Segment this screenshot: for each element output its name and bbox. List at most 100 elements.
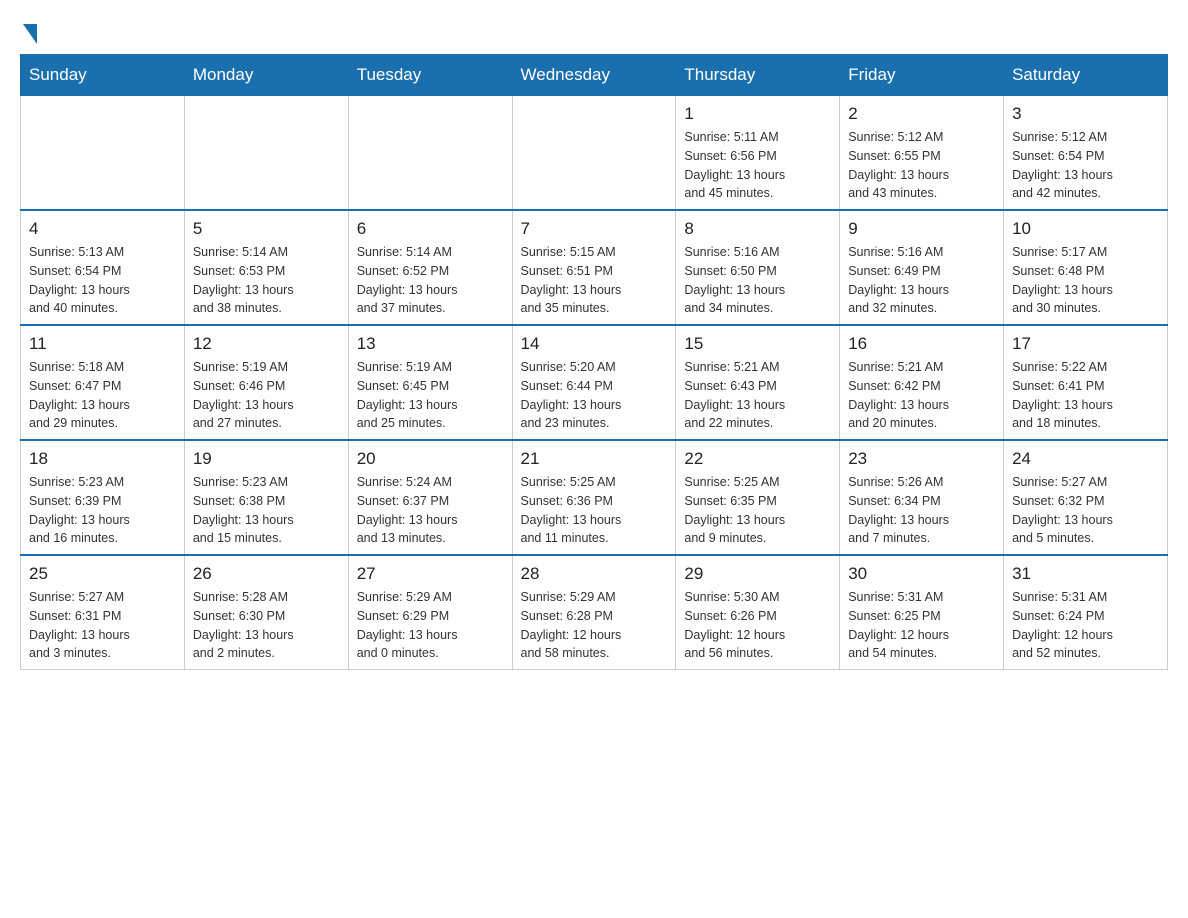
- day-number: 28: [521, 564, 668, 584]
- calendar-week-row: 11Sunrise: 5:18 AMSunset: 6:47 PMDayligh…: [21, 325, 1168, 440]
- day-number: 1: [684, 104, 831, 124]
- column-header-sunday: Sunday: [21, 55, 185, 96]
- calendar-day-cell: 25 Sunrise: 5:27 AMSunset: 6:31 PMDayligh…: [21, 555, 185, 670]
- day-info: Sunrise: 5:25 AMSunset: 6:35 PMDaylight:…: [684, 473, 831, 548]
- day-info: Sunrise: 5:15 AMSunset: 6:51 PMDaylight:…: [521, 243, 668, 318]
- page-header: [20, 20, 1168, 44]
- day-number: 8: [684, 219, 831, 239]
- calendar-day-cell: 29Sunrise: 5:30 AMSunset: 6:26 PMDayligh…: [676, 555, 840, 670]
- calendar-week-row: 1 Sunrise: 5:11 AMSunset: 6:56 PMDaylight…: [21, 96, 1168, 211]
- calendar-day-cell: 1 Sunrise: 5:11 AMSunset: 6:56 PMDaylight…: [676, 96, 840, 211]
- day-number: 25: [29, 564, 176, 584]
- day-number: 27: [357, 564, 504, 584]
- day-number: 17: [1012, 334, 1159, 354]
- calendar-table: SundayMondayTuesdayWednesdayThursdayFrid…: [20, 54, 1168, 670]
- day-info: Sunrise: 5:21 AMSunset: 6:43 PMDaylight:…: [684, 358, 831, 433]
- calendar-day-cell: [184, 96, 348, 211]
- day-info: Sunrise: 5:27 AMSunset: 6:31 PMDaylight:…: [29, 588, 176, 663]
- day-number: 7: [521, 219, 668, 239]
- day-info: Sunrise: 5:16 AMSunset: 6:50 PMDaylight:…: [684, 243, 831, 318]
- day-number: 6: [357, 219, 504, 239]
- day-info: Sunrise: 5:12 AMSunset: 6:54 PMDaylight:…: [1012, 128, 1159, 203]
- day-info: Sunrise: 5:14 AMSunset: 6:52 PMDaylight:…: [357, 243, 504, 318]
- calendar-day-cell: 30 Sunrise: 5:31 AMSunset: 6:25 PMDayligh…: [840, 555, 1004, 670]
- calendar-day-cell: [512, 96, 676, 211]
- day-info: Sunrise: 5:17 AMSunset: 6:48 PMDaylight:…: [1012, 243, 1159, 318]
- day-number: 14: [521, 334, 668, 354]
- calendar-day-cell: 24Sunrise: 5:27 AMSunset: 6:32 PMDayligh…: [1004, 440, 1168, 555]
- calendar-day-cell: 7 Sunrise: 5:15 AMSunset: 6:51 PMDaylight…: [512, 210, 676, 325]
- day-number: 30: [848, 564, 995, 584]
- day-number: 16: [848, 334, 995, 354]
- calendar-day-cell: 2Sunrise: 5:12 AMSunset: 6:55 PMDaylight…: [840, 96, 1004, 211]
- calendar-day-cell: 21 Sunrise: 5:25 AMSunset: 6:36 PMDayligh…: [512, 440, 676, 555]
- day-number: 10: [1012, 219, 1159, 239]
- calendar-day-cell: 11Sunrise: 5:18 AMSunset: 6:47 PMDayligh…: [21, 325, 185, 440]
- day-number: 24: [1012, 449, 1159, 469]
- day-info: Sunrise: 5:29 AMSunset: 6:28 PMDaylight:…: [521, 588, 668, 663]
- calendar-day-cell: [348, 96, 512, 211]
- day-info: Sunrise: 5:11 AMSunset: 6:56 PMDaylight:…: [684, 128, 831, 203]
- day-info: Sunrise: 5:19 AMSunset: 6:46 PMDaylight:…: [193, 358, 340, 433]
- calendar-header-row: SundayMondayTuesdayWednesdayThursdayFrid…: [21, 55, 1168, 96]
- calendar-day-cell: 4 Sunrise: 5:13 AMSunset: 6:54 PMDaylight…: [21, 210, 185, 325]
- logo: [20, 20, 60, 44]
- column-header-friday: Friday: [840, 55, 1004, 96]
- day-info: Sunrise: 5:13 AMSunset: 6:54 PMDaylight:…: [29, 243, 176, 318]
- calendar-day-cell: 18 Sunrise: 5:23 AMSunset: 6:39 PMDayligh…: [21, 440, 185, 555]
- day-info: Sunrise: 5:26 AMSunset: 6:34 PMDaylight:…: [848, 473, 995, 548]
- calendar-day-cell: 9Sunrise: 5:16 AMSunset: 6:49 PMDaylight…: [840, 210, 1004, 325]
- calendar-day-cell: 5 Sunrise: 5:14 AMSunset: 6:53 PMDaylight…: [184, 210, 348, 325]
- calendar-day-cell: 20Sunrise: 5:24 AMSunset: 6:37 PMDayligh…: [348, 440, 512, 555]
- calendar-day-cell: 23 Sunrise: 5:26 AMSunset: 6:34 PMDayligh…: [840, 440, 1004, 555]
- calendar-day-cell: 22 Sunrise: 5:25 AMSunset: 6:35 PMDayligh…: [676, 440, 840, 555]
- day-info: Sunrise: 5:12 AMSunset: 6:55 PMDaylight:…: [848, 128, 995, 203]
- day-number: 5: [193, 219, 340, 239]
- day-info: Sunrise: 5:20 AMSunset: 6:44 PMDaylight:…: [521, 358, 668, 433]
- calendar-day-cell: 27 Sunrise: 5:29 AMSunset: 6:29 PMDayligh…: [348, 555, 512, 670]
- day-number: 19: [193, 449, 340, 469]
- calendar-day-cell: 31 Sunrise: 5:31 AMSunset: 6:24 PMDayligh…: [1004, 555, 1168, 670]
- column-header-wednesday: Wednesday: [512, 55, 676, 96]
- day-info: Sunrise: 5:22 AMSunset: 6:41 PMDaylight:…: [1012, 358, 1159, 433]
- day-number: 21: [521, 449, 668, 469]
- day-info: Sunrise: 5:19 AMSunset: 6:45 PMDaylight:…: [357, 358, 504, 433]
- calendar-day-cell: 28 Sunrise: 5:29 AMSunset: 6:28 PMDayligh…: [512, 555, 676, 670]
- calendar-day-cell: 12Sunrise: 5:19 AMSunset: 6:46 PMDayligh…: [184, 325, 348, 440]
- calendar-day-cell: 19 Sunrise: 5:23 AMSunset: 6:38 PMDayligh…: [184, 440, 348, 555]
- calendar-week-row: 4 Sunrise: 5:13 AMSunset: 6:54 PMDaylight…: [21, 210, 1168, 325]
- day-number: 9: [848, 219, 995, 239]
- calendar-day-cell: 15 Sunrise: 5:21 AMSunset: 6:43 PMDayligh…: [676, 325, 840, 440]
- day-number: 18: [29, 449, 176, 469]
- day-info: Sunrise: 5:31 AMSunset: 6:25 PMDaylight:…: [848, 588, 995, 663]
- calendar-week-row: 25 Sunrise: 5:27 AMSunset: 6:31 PMDayligh…: [21, 555, 1168, 670]
- day-number: 31: [1012, 564, 1159, 584]
- day-info: Sunrise: 5:28 AMSunset: 6:30 PMDaylight:…: [193, 588, 340, 663]
- day-number: 15: [684, 334, 831, 354]
- calendar-day-cell: 16 Sunrise: 5:21 AMSunset: 6:42 PMDayligh…: [840, 325, 1004, 440]
- day-number: 4: [29, 219, 176, 239]
- logo-triangle-icon: [23, 24, 37, 44]
- calendar-day-cell: 3Sunrise: 5:12 AMSunset: 6:54 PMDaylight…: [1004, 96, 1168, 211]
- column-header-tuesday: Tuesday: [348, 55, 512, 96]
- day-number: 26: [193, 564, 340, 584]
- calendar-day-cell: [21, 96, 185, 211]
- day-info: Sunrise: 5:21 AMSunset: 6:42 PMDaylight:…: [848, 358, 995, 433]
- calendar-day-cell: 17 Sunrise: 5:22 AMSunset: 6:41 PMDayligh…: [1004, 325, 1168, 440]
- column-header-monday: Monday: [184, 55, 348, 96]
- column-header-saturday: Saturday: [1004, 55, 1168, 96]
- day-number: 29: [684, 564, 831, 584]
- day-number: 23: [848, 449, 995, 469]
- day-info: Sunrise: 5:29 AMSunset: 6:29 PMDaylight:…: [357, 588, 504, 663]
- day-info: Sunrise: 5:23 AMSunset: 6:39 PMDaylight:…: [29, 473, 176, 548]
- day-info: Sunrise: 5:24 AMSunset: 6:37 PMDaylight:…: [357, 473, 504, 548]
- day-info: Sunrise: 5:23 AMSunset: 6:38 PMDaylight:…: [193, 473, 340, 548]
- day-info: Sunrise: 5:14 AMSunset: 6:53 PMDaylight:…: [193, 243, 340, 318]
- calendar-day-cell: 13Sunrise: 5:19 AMSunset: 6:45 PMDayligh…: [348, 325, 512, 440]
- column-header-thursday: Thursday: [676, 55, 840, 96]
- day-number: 22: [684, 449, 831, 469]
- calendar-day-cell: 6 Sunrise: 5:14 AMSunset: 6:52 PMDaylight…: [348, 210, 512, 325]
- day-info: Sunrise: 5:31 AMSunset: 6:24 PMDaylight:…: [1012, 588, 1159, 663]
- calendar-day-cell: 8 Sunrise: 5:16 AMSunset: 6:50 PMDaylight…: [676, 210, 840, 325]
- day-info: Sunrise: 5:25 AMSunset: 6:36 PMDaylight:…: [521, 473, 668, 548]
